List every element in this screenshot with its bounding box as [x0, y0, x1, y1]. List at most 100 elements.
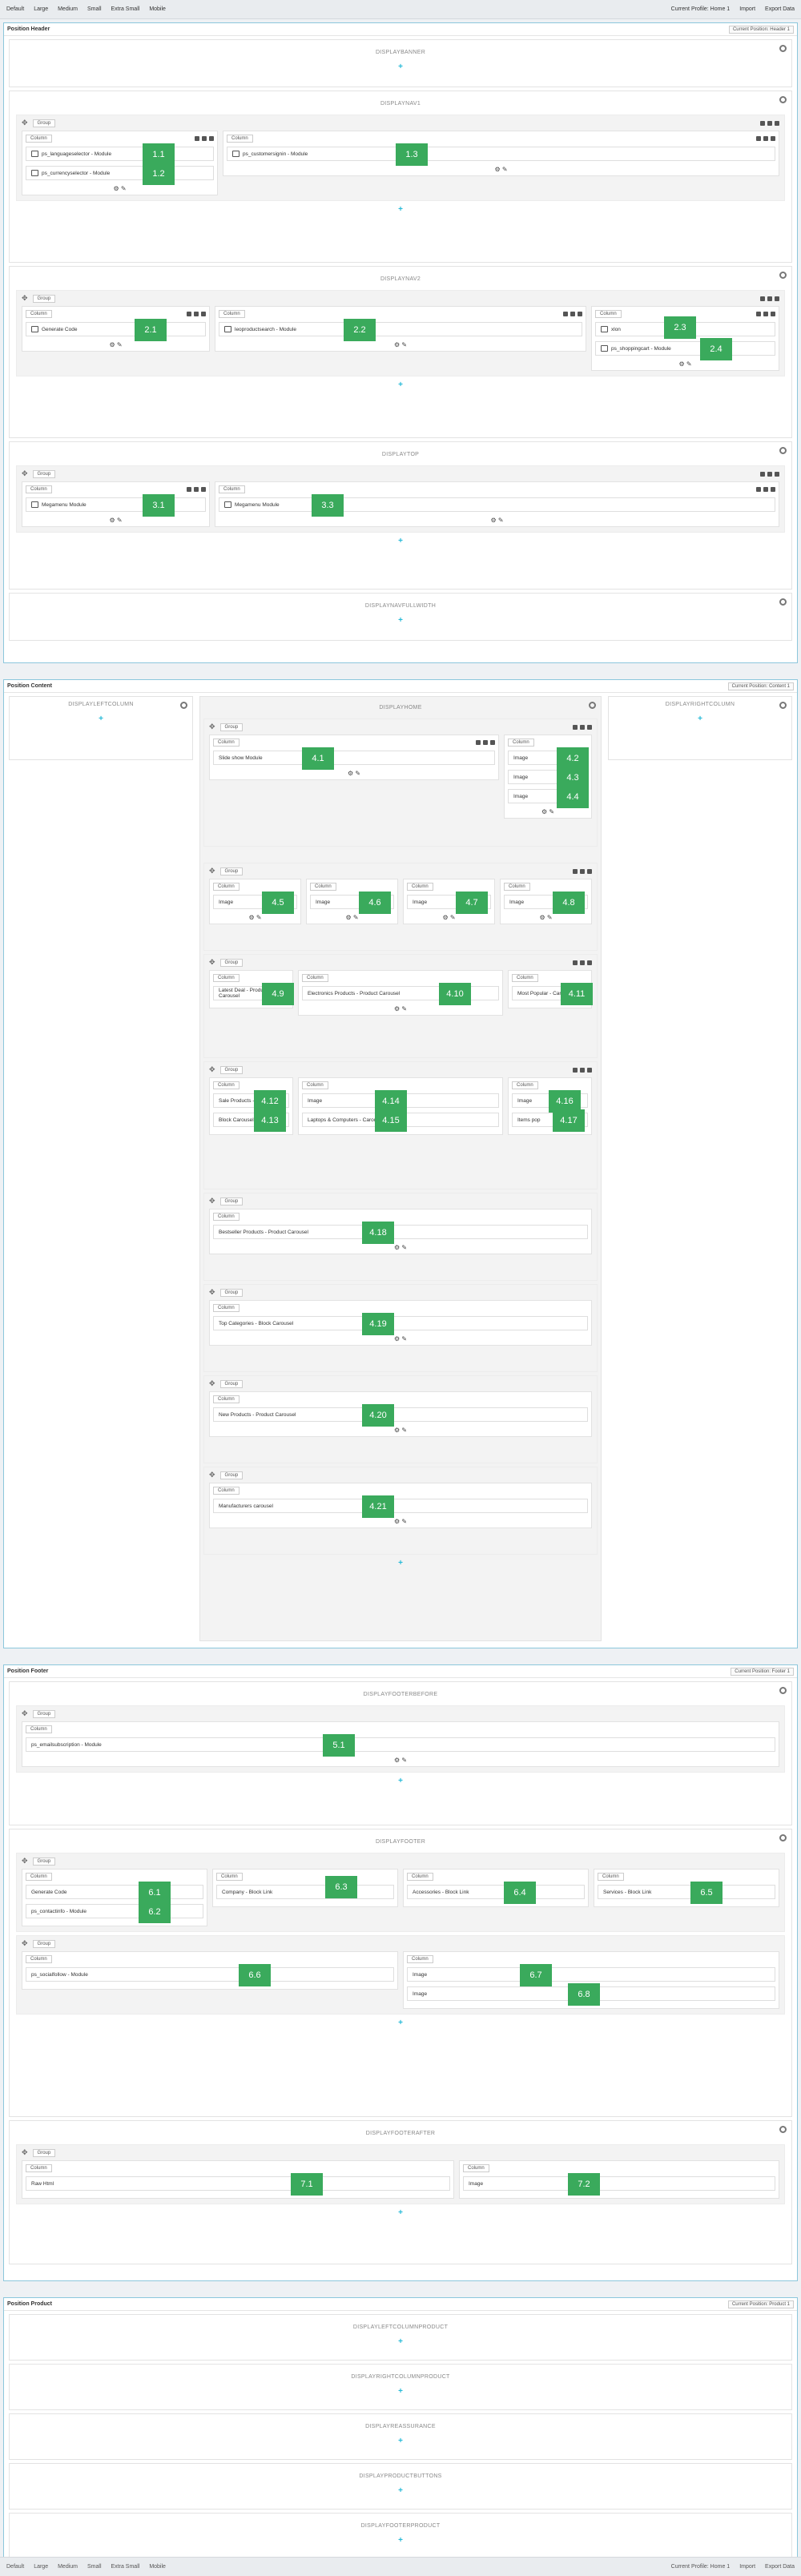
add-group-button[interactable]: +: [16, 2338, 785, 2346]
module-item[interactable]: Image 4.3: [508, 767, 589, 789]
column-button[interactable]: Column: [219, 310, 245, 318]
module-item[interactable]: Most Popular - Carousel 4.11: [512, 983, 593, 1005]
module-item[interactable]: Manufacturers carousel 4.21: [213, 1495, 588, 1518]
module-item[interactable]: ps_shoppingcart - Module 2.4: [595, 338, 775, 360]
device-default[interactable]: Default: [6, 2564, 24, 2570]
move-icon[interactable]: ✥: [209, 867, 215, 875]
column-controls[interactable]: [563, 312, 582, 316]
module-item[interactable]: ps_contactinfo - Module 6.2: [26, 1901, 203, 1923]
gear-icon[interactable]: [779, 1687, 787, 1694]
column-button[interactable]: Column: [407, 883, 433, 891]
add-group-button[interactable]: +: [609, 715, 791, 723]
position-profile-select[interactable]: Current Position: Footer 1: [731, 1667, 794, 1676]
column-footer-icons[interactable]: ⚙ ✎: [310, 914, 394, 921]
add-group-button[interactable]: +: [16, 1777, 785, 1785]
column-button[interactable]: Column: [504, 883, 530, 891]
column-footer-icons[interactable]: ⚙ ✎: [219, 341, 582, 348]
gear-icon[interactable]: [779, 447, 787, 454]
module-item[interactable]: Image 4.6: [310, 892, 394, 914]
move-icon[interactable]: ✥: [209, 1288, 215, 1297]
module-item[interactable]: Image 4.16: [512, 1090, 588, 1113]
add-group-button[interactable]: +: [16, 2019, 785, 2027]
add-group-button[interactable]: +: [203, 1560, 598, 1568]
column-footer-icons[interactable]: ⚙ ✎: [227, 166, 775, 173]
add-group-button[interactable]: +: [16, 206, 785, 214]
group-button[interactable]: Group: [32, 294, 56, 303]
column-footer-icons[interactable]: ⚙ ✎: [26, 1757, 775, 1764]
module-item[interactable]: ps_languageselector - Module 1.1: [26, 143, 214, 166]
export-button[interactable]: Export Data: [765, 6, 795, 12]
module-item[interactable]: Slide show Module 4.1: [213, 747, 495, 770]
gear-icon[interactable]: [779, 702, 787, 709]
column-button[interactable]: Column: [26, 1873, 52, 1881]
column-footer-icons[interactable]: ⚙ ✎: [213, 1335, 588, 1342]
module-item[interactable]: Bestseller Products - Product Carousel 4.…: [213, 1222, 588, 1244]
move-icon[interactable]: ✥: [22, 119, 28, 127]
device-large[interactable]: Large: [34, 2564, 48, 2570]
module-item[interactable]: Top Categories - Block Carousel 4.19: [213, 1313, 588, 1335]
move-icon[interactable]: ✥: [209, 1471, 215, 1479]
device-large[interactable]: Large: [34, 6, 48, 12]
device-small[interactable]: Small: [87, 6, 102, 12]
group-button[interactable]: Group: [219, 1288, 244, 1297]
group-button[interactable]: Group: [219, 1065, 244, 1074]
module-item[interactable]: Items pop 4.17: [512, 1109, 588, 1132]
module-item[interactable]: Image 4.8: [504, 892, 588, 914]
column-button[interactable]: Column: [213, 1304, 239, 1312]
column-controls[interactable]: [756, 487, 775, 492]
move-icon[interactable]: ✥: [209, 958, 215, 967]
position-profile-select[interactable]: Current Position: Product 1: [727, 2300, 794, 2308]
group-button[interactable]: Group: [32, 1939, 56, 1948]
module-item[interactable]: Image 4.5: [213, 892, 297, 914]
group-button[interactable]: Group: [219, 1197, 244, 1205]
module-item[interactable]: Image 6.8: [407, 1983, 775, 2006]
column-footer-icons[interactable]: ⚙ ✎: [213, 1427, 588, 1434]
column-footer-icons[interactable]: ⚙ ✎: [26, 185, 214, 192]
column-button[interactable]: Column: [213, 1213, 239, 1221]
column-button[interactable]: Column: [213, 1487, 239, 1495]
module-item[interactable]: Image 4.7: [407, 892, 491, 914]
column-footer-icons[interactable]: ⚙ ✎: [595, 360, 775, 368]
column-footer-icons[interactable]: ⚙ ✎: [407, 914, 491, 921]
module-item[interactable]: Accessories - Block Link 6.4: [407, 1882, 585, 1904]
move-icon[interactable]: ✥: [22, 2148, 28, 2157]
module-item[interactable]: ps_emailsubscription - Module 5.1: [26, 1734, 775, 1757]
column-button[interactable]: Column: [213, 739, 239, 747]
position-profile-select[interactable]: Current Position: Content 1: [727, 682, 794, 690]
column-button[interactable]: Column: [310, 883, 336, 891]
profile-select[interactable]: Current Profile: Home 1: [671, 2564, 731, 2570]
module-item[interactable]: Image 7.2: [463, 2173, 775, 2196]
column-controls[interactable]: [187, 312, 206, 316]
module-item[interactable]: Company - Block Link 6.3: [216, 1876, 394, 1899]
group-controls[interactable]: [573, 724, 592, 730]
move-icon[interactable]: ✥: [22, 1857, 28, 1866]
column-footer-icons[interactable]: ⚙ ✎: [219, 517, 775, 524]
module-item[interactable]: Laptops & Computers - Carousel 4.15: [302, 1109, 499, 1132]
add-group-button[interactable]: +: [16, 2437, 785, 2445]
column-button[interactable]: Column: [512, 1081, 538, 1089]
module-item[interactable]: Generate Code 6.1: [26, 1882, 203, 1904]
module-item[interactable]: Megamenu Module 3.3: [219, 494, 775, 517]
add-group-button[interactable]: +: [16, 381, 785, 389]
column-footer-icons[interactable]: ⚙ ✎: [213, 914, 297, 921]
column-button[interactable]: Column: [598, 1873, 624, 1881]
module-item[interactable]: Image 4.14: [302, 1090, 499, 1113]
move-icon[interactable]: ✥: [209, 1065, 215, 1074]
column-footer-icons[interactable]: ⚙ ✎: [26, 517, 206, 524]
profile-select[interactable]: Current Profile: Home 1: [671, 6, 731, 12]
module-item[interactable]: Image 6.7: [407, 1964, 775, 1986]
module-item[interactable]: Megamenu Module 3.1: [26, 494, 206, 517]
column-footer-icons[interactable]: ⚙ ✎: [213, 1518, 588, 1525]
column-button[interactable]: Column: [26, 2164, 52, 2172]
move-icon[interactable]: ✥: [209, 1197, 215, 1205]
gear-icon[interactable]: [779, 2126, 787, 2133]
column-button[interactable]: Column: [407, 1873, 433, 1881]
column-footer-icons[interactable]: ⚙ ✎: [213, 1244, 588, 1251]
add-group-button[interactable]: +: [16, 2209, 785, 2217]
move-icon[interactable]: ✥: [22, 1939, 28, 1948]
gear-icon[interactable]: [779, 598, 787, 606]
move-icon[interactable]: ✥: [22, 1709, 28, 1718]
column-button[interactable]: Column: [302, 974, 328, 982]
import-button[interactable]: Import: [739, 2564, 755, 2570]
column-footer-icons[interactable]: ⚙ ✎: [302, 1005, 499, 1012]
